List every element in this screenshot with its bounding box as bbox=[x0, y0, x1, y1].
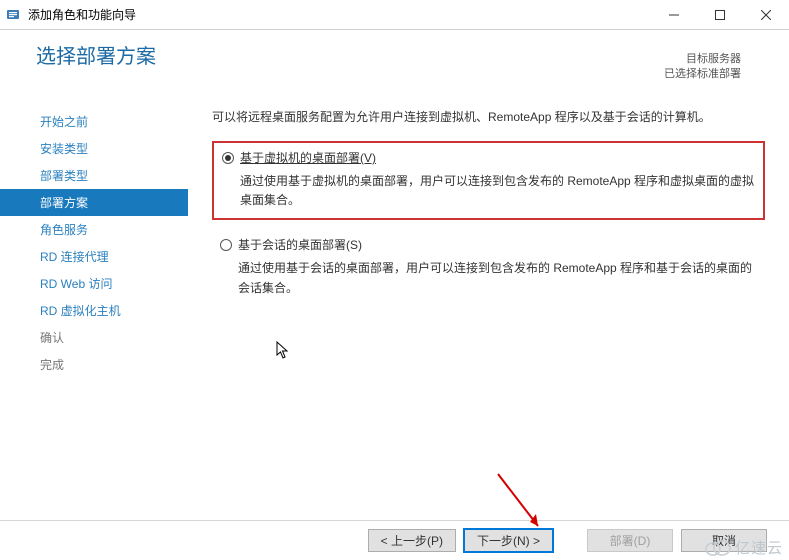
next-button[interactable]: 下一步(N) > bbox=[464, 529, 553, 552]
sidebar-item-role-services[interactable]: 角色服务 bbox=[0, 216, 188, 243]
header-block: 选择部署方案 目标服务器 已选择标准部署 bbox=[36, 40, 769, 69]
sidebar-item-deploy-type[interactable]: 部署类型 bbox=[0, 162, 188, 189]
option-desc: 通过使用基于会话的桌面部署，用户可以连接到包含发布的 RemoteApp 程序和… bbox=[238, 259, 757, 297]
radio-icon bbox=[222, 152, 234, 164]
intro-text: 可以将远程桌面服务配置为允许用户连接到虚拟机、RemoteApp 程序以及基于会… bbox=[212, 108, 765, 125]
page-title: 选择部署方案 bbox=[36, 40, 769, 69]
minimize-button[interactable] bbox=[651, 0, 697, 29]
window-titlebar: 添加角色和功能向导 bbox=[0, 0, 789, 30]
sidebar-item-before-begin[interactable]: 开始之前 bbox=[0, 108, 188, 135]
sidebar-item-rd-virtualization-host[interactable]: RD 虚拟化主机 bbox=[0, 297, 188, 324]
main-panel: 可以将远程桌面服务配置为允许用户连接到虚拟机、RemoteApp 程序以及基于会… bbox=[188, 30, 789, 520]
radio-label: 基于会话的桌面部署(S) bbox=[238, 236, 362, 253]
target-server-box: 目标服务器 已选择标准部署 bbox=[664, 52, 741, 83]
sidebar-item-rd-connection-broker[interactable]: RD 连接代理 bbox=[0, 243, 188, 270]
radio-session-based[interactable]: 基于会话的桌面部署(S) bbox=[220, 236, 757, 253]
sidebar-item-confirm: 确认 bbox=[0, 324, 188, 351]
radio-label: 基于虚拟机的桌面部署(V) bbox=[240, 149, 376, 166]
target-label: 目标服务器 bbox=[664, 52, 741, 67]
sidebar-item-finish: 完成 bbox=[0, 351, 188, 378]
target-value: 已选择标准部署 bbox=[664, 67, 741, 82]
cancel-button[interactable]: 取消 bbox=[681, 529, 767, 552]
deploy-button: 部署(D) bbox=[587, 529, 673, 552]
wizard-footer: < 上一步(P) 下一步(N) > 部署(D) 取消 bbox=[0, 520, 789, 560]
content-area: 选择部署方案 目标服务器 已选择标准部署 开始之前 安装类型 部署类型 部署方案… bbox=[0, 30, 789, 520]
close-button[interactable] bbox=[743, 0, 789, 29]
wizard-sidebar: 开始之前 安装类型 部署类型 部署方案 角色服务 RD 连接代理 RD Web … bbox=[0, 30, 188, 520]
option-vm-based: 基于虚拟机的桌面部署(V) 通过使用基于虚拟机的桌面部署，用户可以连接到包含发布… bbox=[212, 141, 765, 220]
option-session-based: 基于会话的桌面部署(S) 通过使用基于会话的桌面部署，用户可以连接到包含发布的 … bbox=[212, 230, 765, 305]
radio-vm-based[interactable]: 基于虚拟机的桌面部署(V) bbox=[222, 149, 755, 166]
option-desc: 通过使用基于虚拟机的桌面部署，用户可以连接到包含发布的 RemoteApp 程序… bbox=[240, 172, 755, 210]
sidebar-item-rd-web-access[interactable]: RD Web 访问 bbox=[0, 270, 188, 297]
maximize-button[interactable] bbox=[697, 0, 743, 29]
window-title: 添加角色和功能向导 bbox=[28, 6, 136, 23]
radio-icon bbox=[220, 239, 232, 251]
sidebar-item-deploy-scenario[interactable]: 部署方案 bbox=[0, 189, 188, 216]
sidebar-item-install-type[interactable]: 安装类型 bbox=[0, 135, 188, 162]
previous-button[interactable]: < 上一步(P) bbox=[368, 529, 456, 552]
app-icon bbox=[6, 7, 22, 23]
window-controls bbox=[651, 0, 789, 29]
